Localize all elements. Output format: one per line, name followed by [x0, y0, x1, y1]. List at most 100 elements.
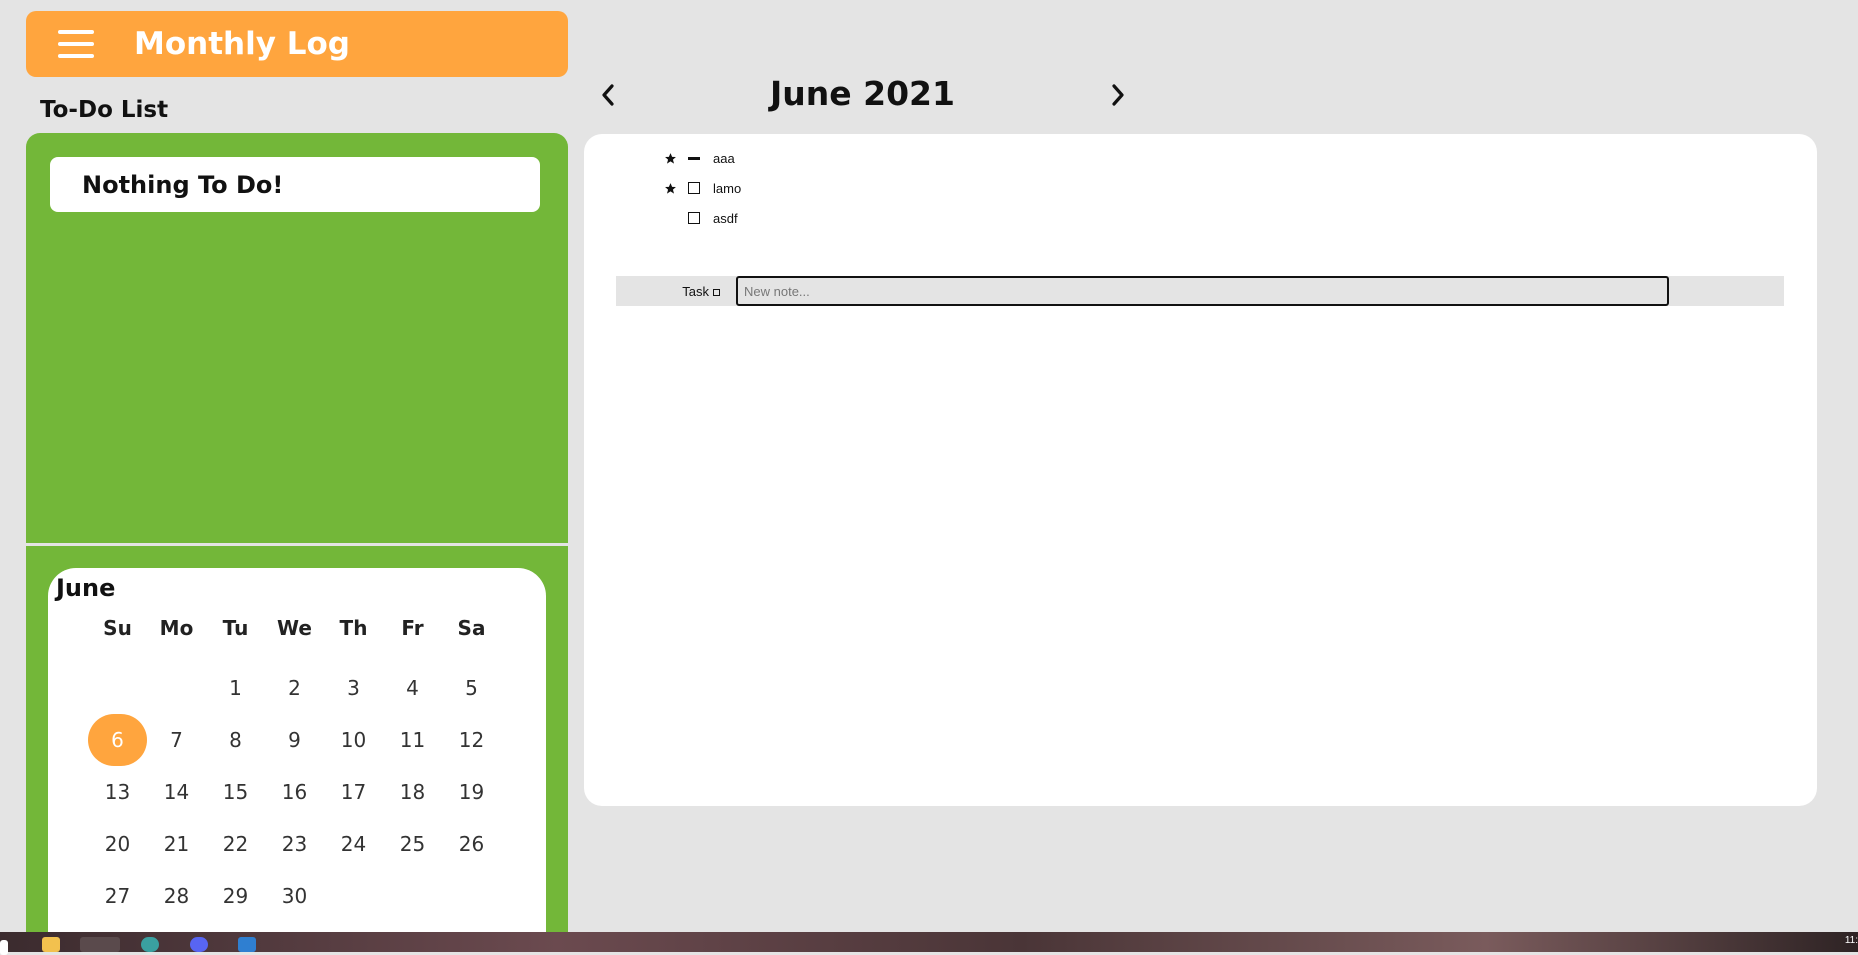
calendar-day-number: 14 [163, 780, 190, 804]
calendar-day[interactable]: 30 [265, 870, 324, 922]
calendar-day[interactable]: 29 [206, 870, 265, 922]
calendar-day-number: 20 [104, 832, 131, 856]
calendar-day[interactable]: 16 [265, 766, 324, 818]
weekday-label: We [277, 616, 312, 640]
todo-empty-card: Nothing To Do! [50, 157, 540, 212]
calendar-day[interactable]: 3 [324, 662, 383, 714]
calendar-day-number: 3 [347, 676, 360, 700]
calendar-day-number: 5 [465, 676, 478, 700]
checkbox-icon[interactable] [686, 180, 702, 196]
calendar-day[interactable]: 25 [383, 818, 442, 870]
note-item[interactable]: asdf [662, 208, 738, 228]
calendar-day[interactable]: 10 [324, 714, 383, 766]
calendar-day[interactable]: 23 [265, 818, 324, 870]
dash-icon[interactable] [686, 150, 702, 166]
calendar-day[interactable]: 2 [265, 662, 324, 714]
note-text: lamo [713, 180, 742, 196]
chrome-icon[interactable] [80, 937, 120, 952]
calendar-day-number: 9 [288, 728, 301, 752]
chevron-right-icon [1112, 84, 1124, 106]
empty-day-cell [147, 662, 206, 714]
calendar-day[interactable]: 17 [324, 766, 383, 818]
calendar-day[interactable]: 19 [442, 766, 501, 818]
discord-icon[interactable] [190, 937, 208, 952]
note-item[interactable]: aaa [662, 148, 735, 168]
new-note-input[interactable] [736, 276, 1669, 306]
star-slot[interactable] [662, 210, 678, 226]
note-text: aaa [713, 150, 735, 166]
calendar-day-number: 7 [170, 728, 183, 752]
mini-calendar: June Su Mo Tu We Th Fr Sa 1 2 3 4 5 6 7 8 9 10 11 12 13 14 15… [48, 568, 546, 932]
calendar-day[interactable]: 21 [147, 818, 206, 870]
calendar-day[interactable]: 7 [147, 714, 206, 766]
new-note-bar: Task [616, 276, 1784, 306]
todo-empty-message: Nothing To Do! [82, 170, 284, 199]
calendar-day-number: 18 [399, 780, 426, 804]
calendar-day-number: 28 [163, 884, 190, 908]
calendar-day[interactable]: 11 [383, 714, 442, 766]
app-header: Monthly Log [26, 11, 568, 77]
calendar-day[interactable]: 14 [147, 766, 206, 818]
todo-panel: Nothing To Do! [26, 133, 568, 543]
checkbox-icon [713, 289, 720, 296]
calendar-day-number: 19 [458, 780, 485, 804]
mini-calendar-grid: Su Mo Tu We Th Fr Sa 1 2 3 4 5 6 7 8 9 10 11 12 13 14 15 16 17 1… [88, 610, 501, 922]
file-explorer-icon[interactable] [42, 937, 60, 952]
prev-month-button[interactable] [593, 80, 623, 110]
empty-day-cell [88, 662, 147, 714]
calendar-day-number: 13 [104, 780, 131, 804]
weekday-label: Fr [401, 616, 424, 640]
calendar-day[interactable]: 8 [206, 714, 265, 766]
calendar-day-today[interactable]: 6 [88, 714, 147, 766]
calendar-day-number: 27 [104, 884, 131, 908]
note-type-select[interactable]: Task [670, 276, 720, 306]
calendar-day[interactable]: 20 [88, 818, 147, 870]
calendar-day[interactable]: 26 [442, 818, 501, 870]
note-text: asdf [713, 210, 738, 226]
calendar-day-number: 15 [222, 780, 249, 804]
checkbox-icon[interactable] [686, 210, 702, 226]
calendar-day[interactable]: 12 [442, 714, 501, 766]
todo-heading: To-Do List [40, 97, 169, 123]
calendar-day[interactable]: 4 [383, 662, 442, 714]
note-type-label: Task [682, 283, 709, 299]
calendar-day-number: 21 [163, 832, 190, 856]
taskbar: 11: [0, 932, 1858, 955]
calendar-day-number: 16 [281, 780, 308, 804]
note-item[interactable]: lamo [662, 178, 741, 198]
calendar-day[interactable]: 28 [147, 870, 206, 922]
calendar-day-number: 24 [340, 832, 367, 856]
next-month-button[interactable] [1103, 80, 1133, 110]
calendar-day[interactable]: 9 [265, 714, 324, 766]
taskbar-clock: 11: [1844, 935, 1858, 946]
calendar-day[interactable]: 5 [442, 662, 501, 714]
vscode-icon[interactable] [238, 937, 256, 952]
weekday-label: Th [339, 616, 368, 640]
calendar-day-number: 26 [458, 832, 485, 856]
calendar-day[interactable]: 22 [206, 818, 265, 870]
start-icon[interactable] [0, 940, 8, 955]
calendar-day-number: 2 [288, 676, 301, 700]
mini-calendar-panel: June Su Mo Tu We Th Fr Sa 1 2 3 4 5 6 7 8 9 10 11 12 13 14 15… [26, 546, 568, 932]
calendar-day-number: 22 [222, 832, 249, 856]
slack-icon[interactable] [141, 937, 159, 952]
weekday-label: Sa [457, 616, 486, 640]
calendar-day-number: 8 [229, 728, 242, 752]
weekday-label: Tu [222, 616, 249, 640]
calendar-day[interactable]: 13 [88, 766, 147, 818]
star-icon[interactable] [662, 180, 678, 196]
star-icon[interactable] [662, 150, 678, 166]
calendar-day[interactable]: 18 [383, 766, 442, 818]
calendar-day[interactable]: 1 [206, 662, 265, 714]
calendar-day[interactable]: 24 [324, 818, 383, 870]
calendar-day[interactable]: 27 [88, 870, 147, 922]
calendar-day-number: 10 [340, 728, 367, 752]
calendar-day-number: 23 [281, 832, 308, 856]
calendar-day-number: 11 [399, 728, 426, 752]
monthly-log-card: aaa lamo asdf Task [584, 134, 1817, 806]
menu-icon[interactable] [58, 30, 94, 58]
chevron-left-icon [602, 84, 614, 106]
calendar-day-number: 1 [229, 676, 242, 700]
mini-calendar-month: June [56, 574, 116, 602]
calendar-day[interactable]: 15 [206, 766, 265, 818]
